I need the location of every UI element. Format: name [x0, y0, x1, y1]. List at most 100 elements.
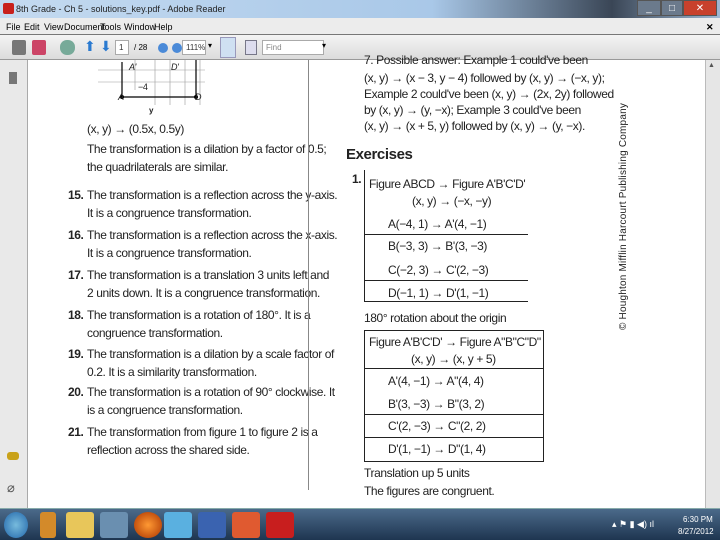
- caption-1: 180° rotation about the origin: [364, 311, 507, 325]
- exercise-answer-line: The transformation is a reflection acros…: [87, 228, 338, 242]
- copyright-notice: © Houghton Mifflin Harcourt Publishing C…: [618, 102, 629, 330]
- maximize-button[interactable]: □: [661, 0, 683, 16]
- title-bar: 8th Grade - Ch 5 - solutions_key.pdf - A…: [0, 0, 720, 18]
- menu-bar: File Edit View Document Tools Window Hel…: [0, 18, 720, 35]
- intro-line: The transformation is a dilation by a fa…: [87, 142, 327, 156]
- explorer-icon[interactable]: [66, 512, 94, 538]
- label-minus-4: −4: [138, 82, 148, 92]
- exercise-answer-line: It is a congruence transformation.: [87, 246, 252, 260]
- menu-window[interactable]: Window: [124, 22, 156, 32]
- menu-help[interactable]: Help: [154, 22, 173, 32]
- scroll-up-icon[interactable]: ▲: [708, 62, 718, 72]
- powerpoint-icon[interactable]: [232, 512, 260, 538]
- zoom-input[interactable]: 111%: [182, 40, 206, 55]
- label-d-prime: D': [171, 62, 179, 72]
- find-dropdown-icon[interactable]: ▾: [322, 41, 326, 56]
- window-title: 8th Grade - Ch 5 - solutions_key.pdf - A…: [16, 4, 226, 14]
- exercise-answer-line: 0.2. It is a similarity transformation.: [87, 365, 257, 379]
- table-1-row: D(−1, 1) → D'(1, −1): [388, 286, 489, 300]
- exercises-heading: Exercises: [346, 146, 413, 163]
- taskbar: ▴ ⚑ ▮ ◀) ıl 6:30 PM 8/27/2012: [0, 508, 720, 540]
- table-2-row: D'(1, −1) → D"(1, 4): [388, 442, 486, 456]
- table-2-header: Figure A'B'C'D' → Figure A"B"C"D": [369, 335, 541, 349]
- exercise-number: 20.: [68, 385, 84, 399]
- exercise-answer-line: It is a congruence transformation.: [87, 206, 252, 220]
- pdf-page: A' D' −4 A D y (x, y) → (0.5x, 0.5y) The…: [28, 53, 705, 508]
- exercise-answer-line: The transformation is a rotation of 180°…: [87, 308, 311, 322]
- scrolling-view-icon[interactable]: [245, 40, 257, 55]
- firefox-icon[interactable]: [134, 512, 162, 538]
- exercise-number: 17.: [68, 268, 84, 282]
- table-1-rule: (x, y) → (−x, −y): [412, 194, 492, 208]
- adobe-reader-taskbar-icon[interactable]: [266, 512, 294, 538]
- menu-edit[interactable]: Edit: [24, 22, 40, 32]
- exercise-number: 21.: [68, 425, 84, 439]
- table-1-row: A(−4, 1) → A'(4, −1): [388, 217, 487, 231]
- adobe-reader-icon: [3, 3, 14, 14]
- word-icon[interactable]: [198, 512, 226, 538]
- previous-page-icon[interactable]: ⬆: [84, 38, 96, 54]
- exercise-answer-line: The transformation is a reflection acros…: [87, 188, 338, 202]
- answer-line: Example 2 could've been (x, y) → (2x, 2y…: [364, 87, 614, 101]
- exercise-number: 15.: [68, 188, 84, 202]
- internet-explorer-icon[interactable]: [164, 512, 192, 538]
- share-icon[interactable]: [32, 40, 46, 55]
- table-2-row: C'(2, −3) → C"(2, 2): [388, 419, 486, 433]
- start-button[interactable]: [4, 512, 28, 538]
- minimize-button[interactable]: _: [637, 0, 661, 16]
- clock-time[interactable]: 6:30 PM: [683, 515, 713, 524]
- zoom-out-icon[interactable]: [158, 43, 168, 53]
- label-y-axis: y: [149, 106, 154, 115]
- exercise-answer-line: 2 units down. It is a congruence transfo…: [87, 286, 320, 300]
- close-document-icon[interactable]: ✕: [706, 22, 714, 33]
- answer-line: (x, y) → (x − 3, y − 4) followed by (x, …: [364, 71, 605, 85]
- table-2-rule: (x, y) → (x, y + 5): [411, 352, 496, 366]
- exercise-answer-line: The transformation is a translation 3 un…: [87, 268, 330, 282]
- next-page-icon[interactable]: ⬇: [100, 38, 112, 54]
- menu-view[interactable]: View: [44, 22, 63, 32]
- exercise-answer-line: congruence transformation.: [87, 326, 223, 340]
- menu-tools[interactable]: Tools: [100, 22, 121, 32]
- toolbar: ⬆ ⬇ 1 / 28 111% ▾ Find ▾: [0, 35, 720, 60]
- attachment-icon[interactable]: ⌀: [7, 480, 15, 496]
- exercise-number: 18.: [68, 308, 84, 322]
- table-2-row: A'(4, −1) → A"(4, 4): [388, 374, 484, 388]
- table-1: [364, 170, 365, 302]
- page-number-input[interactable]: 1: [115, 40, 129, 55]
- close-button[interactable]: ✕: [683, 0, 717, 16]
- menu-document[interactable]: Document: [64, 22, 105, 32]
- cut-line: 7. Possible answer: Example 1 could've b…: [364, 53, 588, 67]
- zoom-dropdown-icon[interactable]: ▾: [208, 41, 212, 56]
- exercise-number: 16.: [68, 228, 84, 242]
- label-a-prime: A': [129, 62, 136, 72]
- exercise-answer-line: is a congruence transformation.: [87, 403, 243, 417]
- caption-2: Translation up 5 units: [364, 466, 470, 480]
- print-icon[interactable]: [12, 40, 26, 55]
- intro-line: the quadrilaterals are similar.: [87, 160, 229, 174]
- exercise-answer-line: The transformation is a dilation by a sc…: [87, 347, 334, 361]
- single-page-view-icon[interactable]: [220, 37, 236, 58]
- answer-line: (x, y) → (x + 5, y) followed by (x, y) →…: [364, 119, 585, 133]
- answer-line: by (x, y) → (y, −x); Example 3 could've …: [364, 103, 581, 117]
- clock-date[interactable]: 8/27/2012: [678, 527, 714, 536]
- dilation-rule: (x, y) → (0.5x, 0.5y): [87, 122, 184, 136]
- tray-icons[interactable]: ▴ ⚑ ▮ ◀) ıl: [612, 519, 654, 530]
- vertical-scrollbar[interactable]: ▲: [705, 60, 720, 508]
- paint-icon[interactable]: [100, 512, 128, 538]
- find-input[interactable]: Find: [262, 40, 324, 55]
- menu-file[interactable]: File: [6, 22, 21, 32]
- pages-icon[interactable]: [9, 72, 17, 84]
- zoom-in-icon[interactable]: [172, 43, 182, 53]
- table-1-row: B(−3, 3) → B'(3, −3): [388, 239, 487, 253]
- column-divider: [308, 60, 309, 490]
- media-player-icon[interactable]: [40, 512, 56, 538]
- exercise-answer-line: reflection across the shared side.: [87, 443, 250, 457]
- comment-icon[interactable]: [7, 452, 19, 460]
- caption-2: The figures are congruent.: [364, 484, 495, 498]
- page-total: / 28: [134, 43, 148, 52]
- exercise-answer-line: The transformation from figure 1 to figu…: [87, 425, 318, 439]
- collaborate-icon[interactable]: [60, 40, 75, 55]
- navigation-panel: ⌀: [0, 60, 28, 508]
- table-1-row: C(−2, 3) → C'(2, −3): [388, 263, 489, 277]
- table-2-row: B'(3, −3) → B"(3, 2): [388, 397, 485, 411]
